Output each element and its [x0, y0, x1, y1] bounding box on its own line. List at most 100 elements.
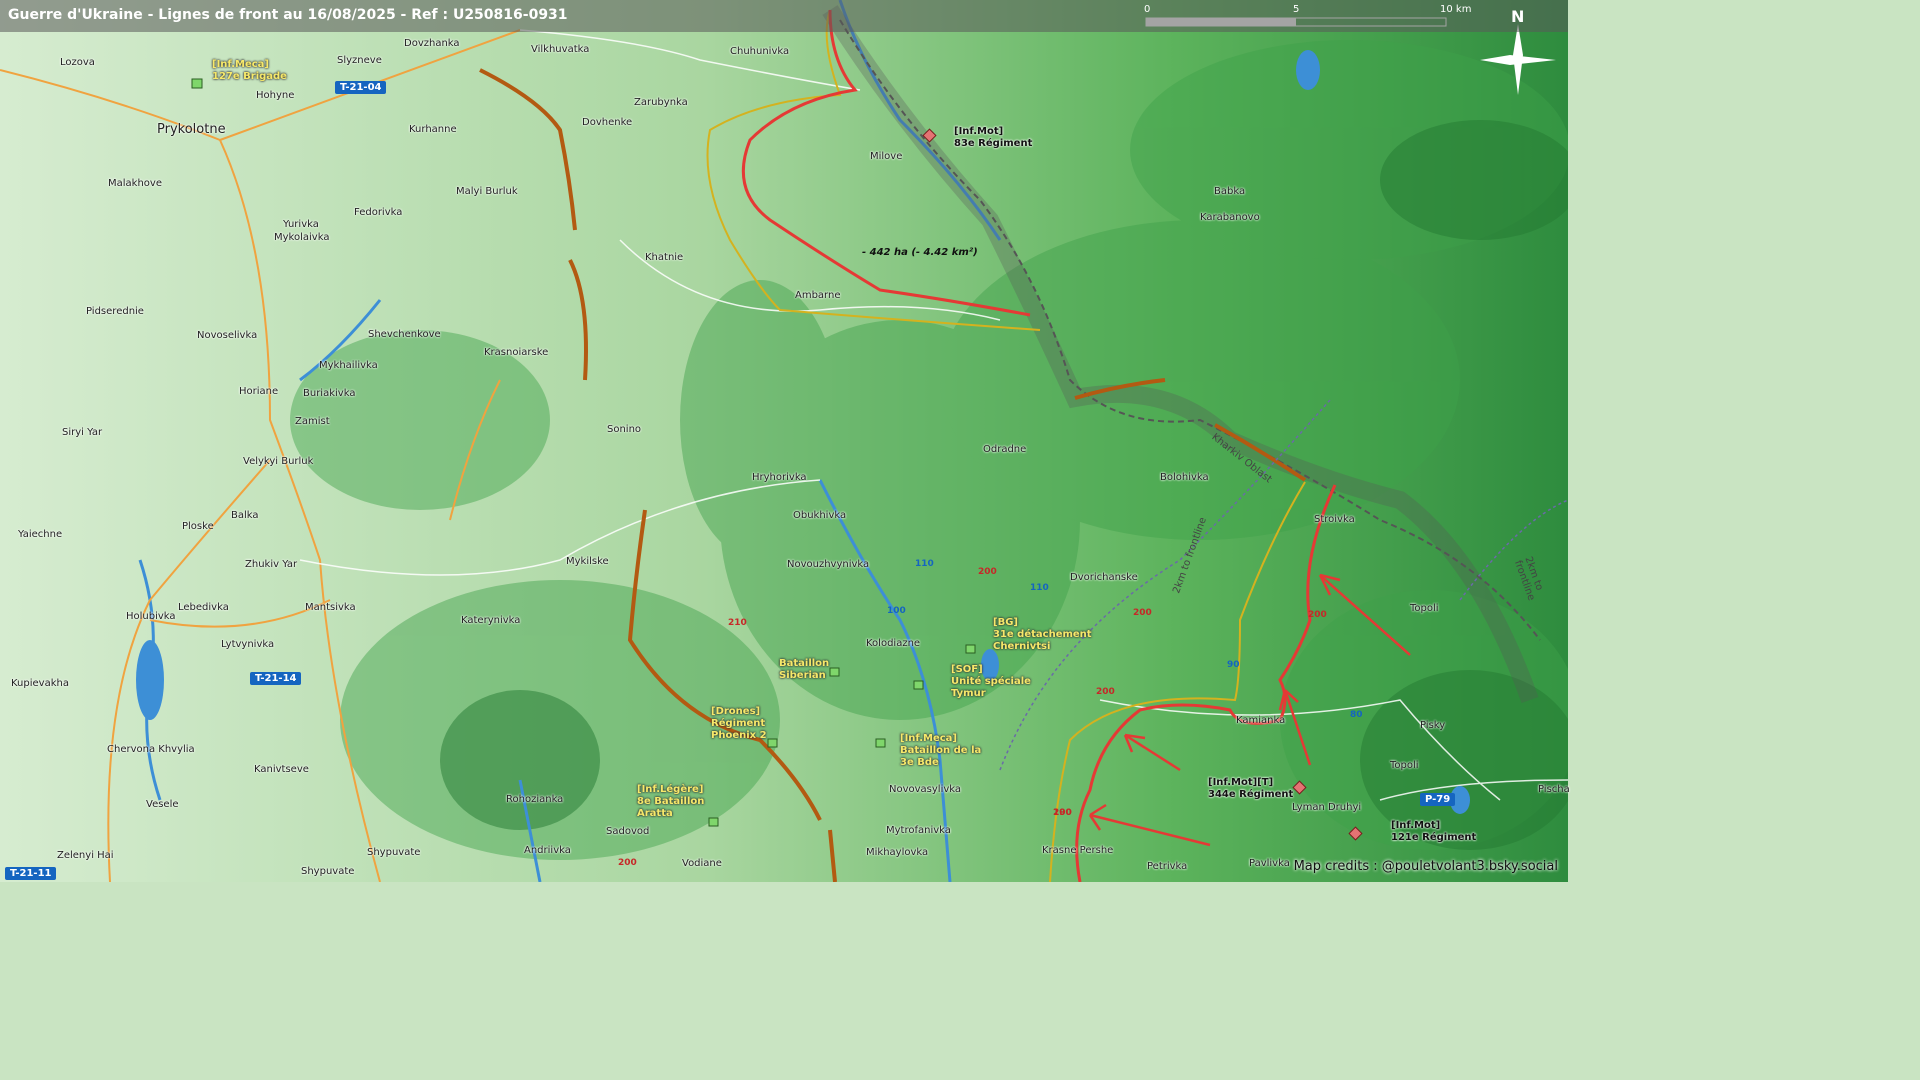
place-label: Pischa	[1538, 784, 1570, 795]
unit-label-ua[interactable]: [Drones] Régiment Phoenix 2	[711, 706, 767, 742]
elevation-label: 100	[887, 606, 906, 616]
place-label: Zelenyi Hai	[57, 850, 114, 861]
place-label: Shypuvate	[301, 866, 355, 877]
place-label: Odradne	[983, 444, 1027, 455]
place-label: Mykilske	[566, 556, 609, 567]
place-label: Rohozianka	[506, 794, 564, 805]
north-label: N	[1511, 7, 1525, 26]
place-label: Dvorichanske	[1070, 572, 1138, 583]
place-label: Velykyi Burluk	[243, 456, 314, 467]
place-label: Fedorivka	[354, 207, 403, 218]
unit-label-ru[interactable]: [Inf.Mot][T] 344e Régiment	[1208, 777, 1293, 801]
place-label: Shevchenkove	[368, 329, 441, 340]
place-label: Pidserednie	[86, 306, 144, 317]
elevation-label: 190	[1053, 808, 1072, 818]
place-label: Ambarne	[795, 290, 841, 301]
place-label: Bolohivka	[1160, 472, 1209, 483]
place-label: Chervona Khvylia	[107, 744, 195, 755]
place-label: Khatnie	[645, 252, 684, 263]
place-label: Zamist	[295, 416, 330, 427]
map-credits: Map credits : @pouletvolant3.bsky.social	[1293, 859, 1558, 874]
map-title: Guerre d'Ukraine - Lignes de front au 16…	[8, 7, 568, 23]
scale-label-5: 5	[1293, 4, 1300, 15]
road-badge: T-21-04	[335, 81, 387, 94]
place-label: Lyman Druhyi	[1292, 802, 1362, 813]
elevation-label: 110	[915, 559, 934, 569]
elevation-label: 90	[1227, 660, 1240, 670]
place-label: Krasne Pershe	[1042, 845, 1114, 856]
place-label: Zarubynka	[634, 97, 688, 108]
place-label: Kamianka	[1236, 715, 1286, 726]
place-label: Chuhunivka	[730, 46, 790, 57]
elevation-label: 200	[1308, 610, 1327, 620]
place-label: Katerynivka	[461, 615, 521, 626]
place-label: Pavlivka	[1249, 858, 1290, 869]
place-label: Petrivka	[1147, 861, 1188, 872]
place-label: Kolodiazne	[866, 638, 921, 649]
place-label: Topoli	[1410, 603, 1439, 614]
place-label: Novoselivka	[197, 330, 258, 341]
place-label: Yurivka	[283, 219, 319, 230]
place-label: Kurhanne	[409, 124, 457, 135]
scale-label-0: 0	[1144, 4, 1151, 15]
place-label: Yaiechne	[18, 529, 63, 540]
place-label: Sadovod	[606, 826, 650, 837]
elevation-label: 200	[1096, 687, 1115, 697]
place-label: Mikhaylovka	[866, 847, 929, 858]
unit-label-ua[interactable]: [SOF] Unité spéciale Tymur	[951, 664, 1031, 700]
place-label: Malyi Burluk	[456, 186, 518, 197]
place-label: Lebedivka	[178, 602, 229, 613]
place-label: Horiane	[239, 386, 279, 397]
elevation-label: 200	[618, 858, 637, 868]
place-label: Pisky	[1420, 720, 1446, 731]
place-label: Prykolotne	[157, 122, 226, 137]
place-label: Kupievakha	[11, 678, 69, 689]
area-change-label: - 442 ha (- 4.42 km²)	[862, 247, 978, 258]
place-label: Malakhove	[108, 178, 162, 189]
place-label: Obukhivka	[793, 510, 847, 521]
place-label: Ploske	[182, 521, 214, 532]
place-label: Vilkhuvatka	[531, 44, 590, 55]
unit-label-ua[interactable]: [BG] 31e détachement Chernivtsi	[993, 617, 1092, 653]
place-label: Lozova	[60, 57, 95, 68]
elevation-label: 200	[978, 567, 997, 577]
unit-label-ru[interactable]: [Inf.Mot] 121e Régiment	[1391, 820, 1476, 844]
place-label: Slyzneve	[337, 55, 382, 66]
road-badge: T-21-11	[5, 867, 57, 880]
place-label: Karabanovo	[1200, 212, 1260, 223]
place-label: Hohyne	[256, 90, 295, 101]
place-label: Dovhenke	[582, 117, 633, 128]
place-label: Zhukiv Yar	[245, 559, 298, 570]
place-label: Stroivka	[1314, 514, 1355, 525]
place-label: Andriivka	[524, 845, 571, 856]
place-label: Vesele	[146, 799, 179, 810]
place-label: Mytrofanivka	[886, 825, 951, 836]
place-label: Kanivtseve	[254, 764, 309, 775]
place-label: Milove	[870, 151, 903, 162]
road-badge: T-21-14	[250, 672, 302, 685]
place-label: Hryhorivka	[752, 472, 807, 483]
unit-label-ua[interactable]: [Inf.Meca] 127e Brigade	[212, 59, 287, 83]
title-bar: Guerre d'Ukraine - Lignes de front au 16…	[0, 0, 1568, 32]
elevation-label: 210	[728, 618, 747, 628]
terrain-map[interactable]	[0, 0, 1568, 882]
elevation-label: 80	[1350, 710, 1363, 720]
unit-label-ua[interactable]: Bataillon Siberian	[779, 658, 829, 682]
place-label: Mykhailivka	[319, 360, 378, 371]
place-label: Sonino	[607, 424, 642, 435]
place-label: Buriakivka	[303, 388, 356, 399]
elevation-label: 200	[1133, 608, 1152, 618]
elevation-label: 110	[1030, 583, 1049, 593]
place-label: Holubivka	[126, 611, 176, 622]
place-label: Mantsivka	[305, 602, 356, 613]
unit-label-ua[interactable]: [Inf.Meca] Bataillon de la 3e Bde	[900, 733, 981, 769]
place-label: Topoli	[1390, 760, 1419, 771]
place-label: Dovzhanka	[404, 38, 460, 49]
place-label: Mykolaivka	[274, 232, 330, 243]
place-label: Shypuvate	[367, 847, 421, 858]
place-label: Lytvynivka	[221, 639, 275, 650]
unit-label-ua[interactable]: [Inf.Légère] 8e Bataillon Aratta	[637, 784, 704, 820]
unit-label-ru[interactable]: [Inf.Mot] 83e Régiment	[954, 126, 1032, 150]
road-badge: P-79	[1420, 793, 1456, 806]
place-label: Krasnoiarske	[484, 347, 549, 358]
